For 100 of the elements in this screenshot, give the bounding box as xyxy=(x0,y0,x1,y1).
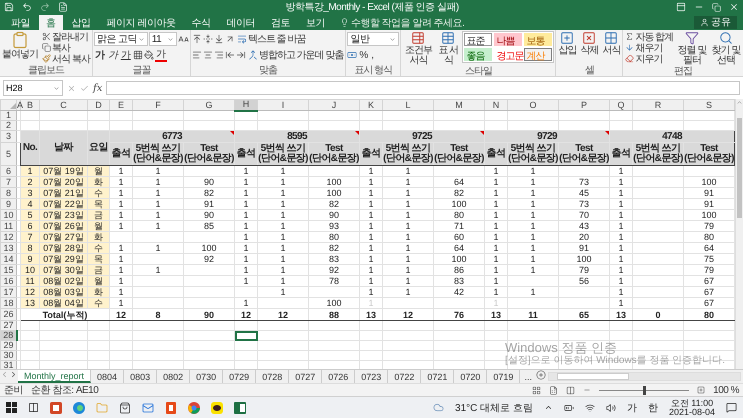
insert-function-button[interactable]: fx xyxy=(93,82,102,94)
number-format-field[interactable]: 일반 xyxy=(347,32,400,46)
close-icon[interactable] xyxy=(729,2,739,12)
cut-button[interactable]: 잘라내기 xyxy=(41,31,91,42)
borders-icon[interactable] xyxy=(132,50,143,60)
row-header[interactable]: 9 xyxy=(0,198,16,210)
formula-input-field[interactable] xyxy=(106,81,740,95)
ribbon-tab[interactable]: 보기 xyxy=(298,15,332,30)
currency-icon[interactable] xyxy=(347,50,358,60)
browser-icon[interactable] xyxy=(188,402,200,414)
comma-button[interactable]: , xyxy=(370,50,376,60)
form-icon[interactable] xyxy=(58,2,68,12)
ime-mode[interactable]: 한 xyxy=(648,400,658,414)
column-header[interactable]: P xyxy=(558,100,610,110)
row-header[interactable]: 10 xyxy=(0,210,16,220)
italic-button[interactable]: 가 xyxy=(106,50,119,60)
ribbon-tab[interactable]: 삽입 xyxy=(64,15,98,30)
cell-style-option[interactable]: 좋음 xyxy=(464,48,492,61)
chat-app-icon[interactable] xyxy=(211,402,223,414)
scrollbar-thumb[interactable] xyxy=(556,373,629,380)
merge-center-button[interactable]: 병합하고 가운데 맞춤 xyxy=(246,50,344,60)
scrollbar-thumb[interactable] xyxy=(737,118,742,218)
row-header[interactable]: 7 xyxy=(0,176,16,188)
mail-icon[interactable] xyxy=(142,402,154,414)
notification-icon[interactable] xyxy=(726,402,737,413)
ime-indicator[interactable]: 가 xyxy=(626,400,637,414)
row-header[interactable]: 29 xyxy=(0,340,16,350)
column-header[interactable]: K xyxy=(360,100,382,110)
ribbon-tab[interactable]: 수식 xyxy=(184,15,218,30)
column-header[interactable]: F xyxy=(132,100,184,110)
tell-me-search[interactable]: 수행할 작업을 알려 주세요. xyxy=(340,15,464,30)
delete-button[interactable]: 삭제 xyxy=(579,31,600,56)
orientation-icon[interactable] xyxy=(224,34,235,44)
zoom-in-icon[interactable] xyxy=(697,386,706,394)
sort-filter-button[interactable]: 정렬 및 필터 xyxy=(676,31,708,66)
tray-caret-icon[interactable] xyxy=(544,403,553,412)
bold-button[interactable]: 가 xyxy=(94,50,106,60)
wrap-text-button[interactable]: 텍스트 줄 바꿈 xyxy=(236,34,306,44)
zoom-thumb[interactable] xyxy=(643,386,646,394)
column-header[interactable]: M xyxy=(434,100,484,110)
browser-icon[interactable] xyxy=(73,402,85,414)
column-header[interactable]: S xyxy=(684,100,734,110)
row-header[interactable]: 18 xyxy=(0,298,16,308)
format-painter-button[interactable]: 서식 복사 xyxy=(41,53,91,64)
decrease-indent-icon[interactable] xyxy=(224,50,235,60)
column-header[interactable]: N xyxy=(484,100,508,110)
align-bottom-icon[interactable] xyxy=(214,34,224,44)
clear-button[interactable]: 지우기 xyxy=(624,53,674,64)
row-header[interactable]: 26 xyxy=(0,308,16,320)
ribbon-tab[interactable]: 검토 xyxy=(264,15,297,30)
page-layout-icon[interactable] xyxy=(549,386,558,394)
column-header[interactable]: J xyxy=(308,100,360,110)
normal-view-icon[interactable] xyxy=(532,386,542,394)
next-sheet-icon[interactable] xyxy=(9,370,18,379)
selected-cell[interactable] xyxy=(234,330,258,340)
format-as-table-button[interactable]: 표 서식 xyxy=(436,31,460,66)
conditional-format-button[interactable]: 조건부 서식 xyxy=(402,31,434,66)
row-header[interactable]: 15 xyxy=(0,264,16,276)
ribbon-tab[interactable]: 파일 xyxy=(4,15,37,30)
align-right-icon[interactable] xyxy=(214,50,224,60)
font-size-field[interactable]: 11 xyxy=(148,32,177,46)
autosum-button[interactable]: 자동 합계 xyxy=(624,31,674,42)
column-header[interactable]: R xyxy=(632,100,684,110)
add-sheet-icon[interactable] xyxy=(536,370,546,380)
align-top-icon[interactable] xyxy=(192,34,202,44)
fill-button[interactable]: 채우기 xyxy=(624,42,674,53)
clock[interactable]: 오전 11:00 2021-08-04 xyxy=(668,398,715,416)
row-header[interactable]: 28 xyxy=(0,330,16,340)
presentation-app-icon[interactable] xyxy=(50,402,62,414)
insert-button[interactable]: 삽입 xyxy=(557,31,578,56)
row-header[interactable]: 5 xyxy=(0,142,16,166)
redo-icon[interactable] xyxy=(40,2,50,12)
sheet-tab[interactable]: Monthly_report xyxy=(18,370,92,383)
store-icon[interactable] xyxy=(119,402,131,414)
cell-style-option[interactable]: 나쁨 xyxy=(494,33,522,46)
more-sheets[interactable]: ... xyxy=(520,372,536,382)
column-header[interactable]: L xyxy=(382,100,434,110)
weather-text[interactable]: 31°C 대체로 흐림 xyxy=(455,400,533,414)
start-icon[interactable] xyxy=(6,402,17,413)
ribbon-display-icon[interactable] xyxy=(676,2,686,12)
column-header[interactable]: D xyxy=(88,100,110,110)
cell-style-option[interactable]: 보통 xyxy=(524,33,552,46)
row-header[interactable]: 16 xyxy=(0,276,16,286)
copy-button[interactable]: 복사 xyxy=(41,42,91,53)
row-header[interactable]: 11 xyxy=(0,220,16,232)
row-header[interactable]: 12 xyxy=(0,232,16,242)
restore-icon[interactable] xyxy=(712,2,721,12)
scroll-up-icon[interactable] xyxy=(736,99,743,106)
page-break-icon[interactable] xyxy=(566,386,576,394)
row-header[interactable]: 3 xyxy=(0,130,16,142)
row-header[interactable]: 6 xyxy=(0,166,16,176)
row-header[interactable]: 30 xyxy=(0,350,16,360)
row-header[interactable]: 27 xyxy=(0,320,16,330)
row-header[interactable]: 8 xyxy=(0,188,16,198)
column-header[interactable]: E xyxy=(110,100,132,110)
increase-indent-icon[interactable] xyxy=(236,50,246,60)
find-select-button[interactable]: 찾기 및 선택 xyxy=(710,31,742,66)
row-header[interactable]: 1 xyxy=(0,110,16,120)
font-color-button[interactable]: 가 xyxy=(154,48,167,62)
wifi-icon[interactable] xyxy=(584,402,595,412)
